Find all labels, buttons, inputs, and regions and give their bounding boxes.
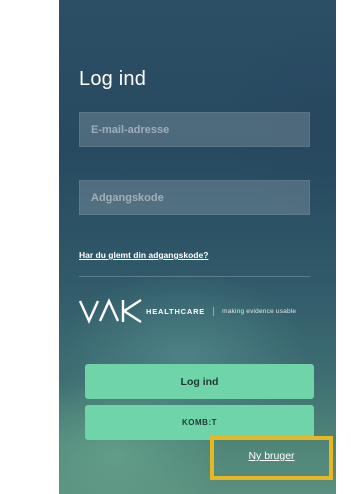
brand-tagline: making evidence usable xyxy=(222,307,297,315)
email-field[interactable] xyxy=(79,112,310,147)
divider xyxy=(79,276,310,277)
vak-logo-icon xyxy=(79,298,143,324)
login-screen: Log ind Har du glemt din adgangskode? HE… xyxy=(59,0,336,494)
page-title: Log ind xyxy=(79,68,147,90)
new-user-link[interactable]: Ny bruger xyxy=(248,450,294,462)
forgot-password-link[interactable]: Har du glemt din adgangskode? xyxy=(79,250,208,260)
kombit-login-button[interactable]: KOMB:T xyxy=(85,405,314,440)
password-input[interactable] xyxy=(91,181,309,214)
new-user-highlight: Ny bruger xyxy=(210,436,333,480)
login-button[interactable]: Log ind xyxy=(85,364,314,399)
brand-name: HEALTHCARE xyxy=(146,306,206,316)
brand-logo: HEALTHCARE making evidence usable xyxy=(79,294,314,328)
brand-separator xyxy=(213,306,215,316)
email-input[interactable] xyxy=(91,113,309,146)
password-field[interactable] xyxy=(79,180,310,215)
